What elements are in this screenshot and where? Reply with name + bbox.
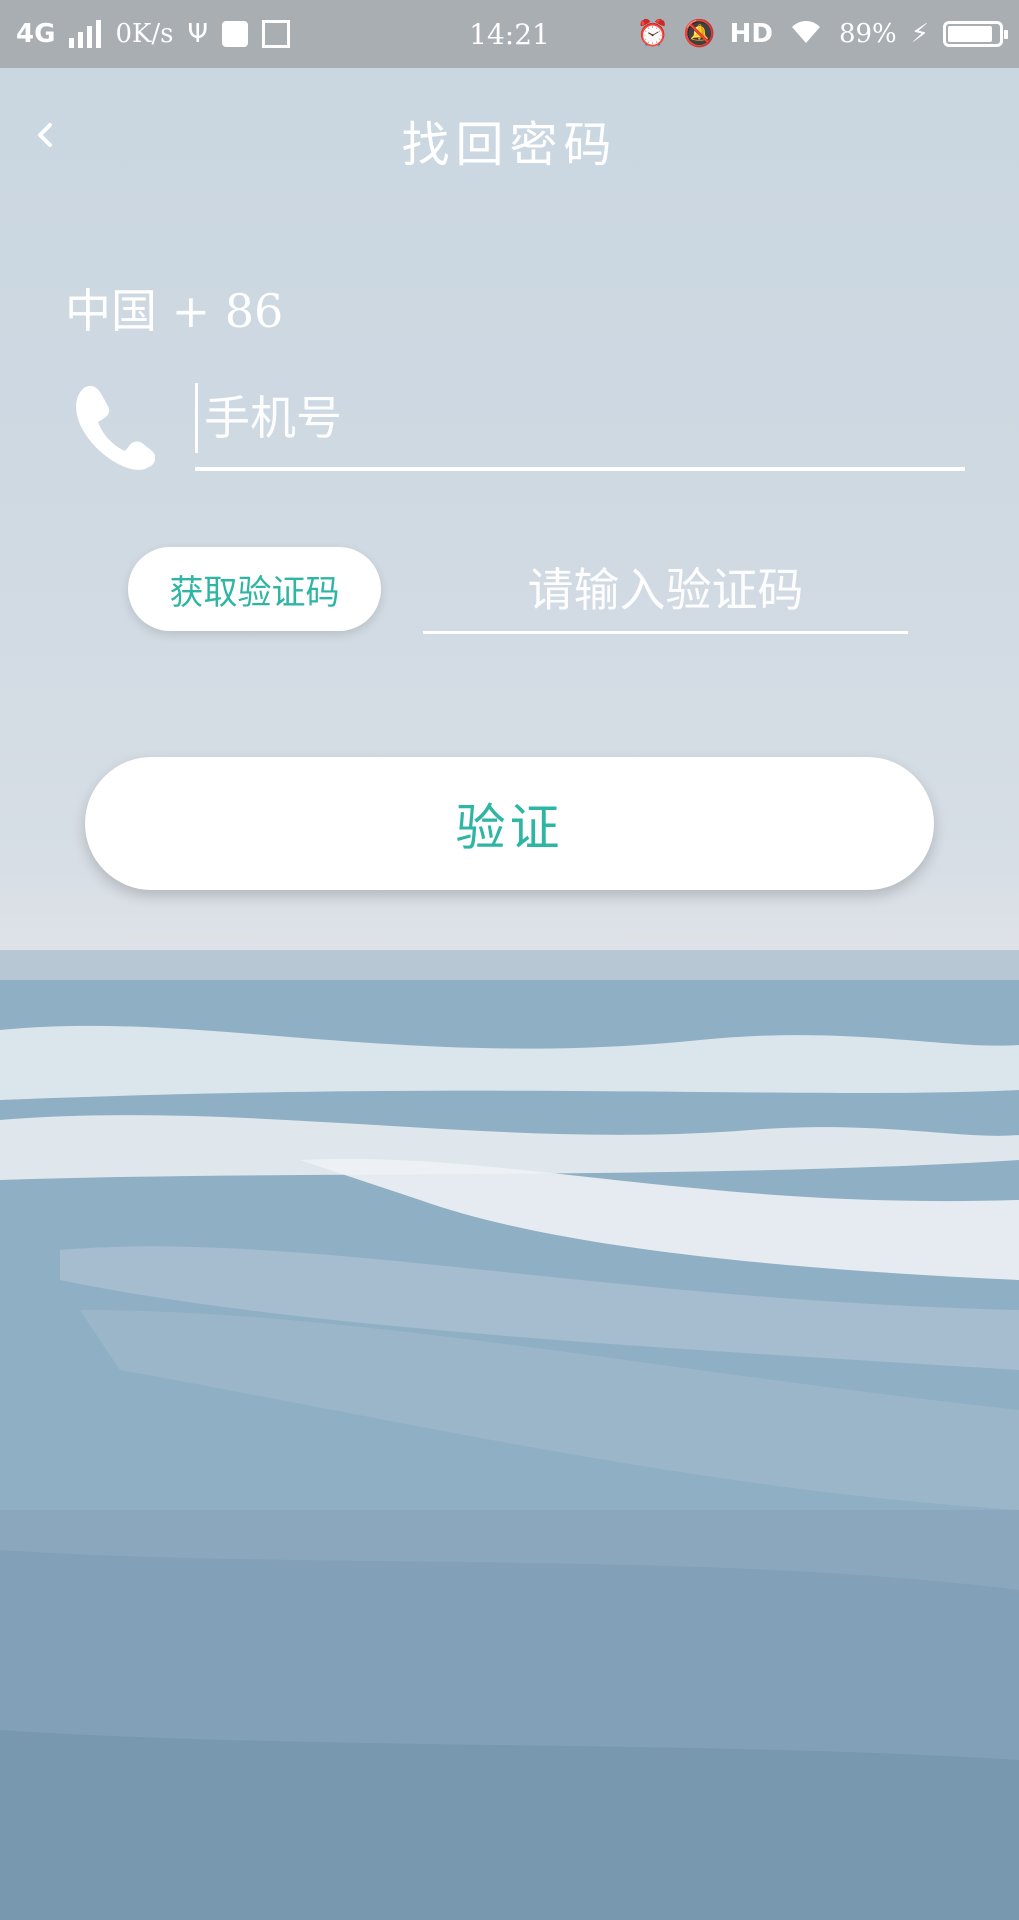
mute-icon: 🔕 xyxy=(683,19,716,49)
phone-row xyxy=(70,375,970,475)
hd-badge: HD xyxy=(729,19,773,49)
verify-button[interactable]: 验证 xyxy=(85,757,934,890)
screen: 4G 0K/s Ψ 14:21 ⏰ 🔕 HD 89% ⚡ 找回密码 中国 + 8… xyxy=(0,0,1019,1920)
country-code-selector[interactable]: 中国 + 86 xyxy=(65,275,283,341)
battery-icon xyxy=(943,21,1008,47)
usb-icon: Ψ xyxy=(187,19,208,49)
network-speed: 0K/s xyxy=(115,19,174,49)
background-sea-image xyxy=(0,950,1019,1920)
wifi-icon xyxy=(787,17,825,52)
phone-input[interactable] xyxy=(195,383,965,453)
screenshot-icon xyxy=(261,20,290,48)
code-underline xyxy=(423,631,908,634)
status-left: 4G 0K/s Ψ xyxy=(16,19,290,49)
status-right: ⏰ 🔕 HD 89% ⚡ xyxy=(636,17,1008,52)
phone-icon xyxy=(76,385,155,470)
battery-percent: 89% xyxy=(838,19,897,49)
code-row: 获取验证码 xyxy=(0,545,1019,645)
charging-icon: ⚡ xyxy=(910,19,929,49)
nav-header: 找回密码 xyxy=(0,95,1019,185)
code-input[interactable] xyxy=(423,555,908,625)
network-type: 4G xyxy=(16,19,56,49)
status-bar: 4G 0K/s Ψ 14:21 ⏰ 🔕 HD 89% ⚡ xyxy=(0,0,1019,68)
signal-icon xyxy=(69,20,102,48)
battery-fill xyxy=(948,26,993,42)
get-code-button[interactable]: 获取验证码 xyxy=(128,547,381,631)
page-title: 找回密码 xyxy=(401,117,618,173)
alarm-icon: ⏰ xyxy=(636,19,670,49)
usb-debug-icon xyxy=(221,21,248,47)
phone-underline xyxy=(195,467,965,471)
